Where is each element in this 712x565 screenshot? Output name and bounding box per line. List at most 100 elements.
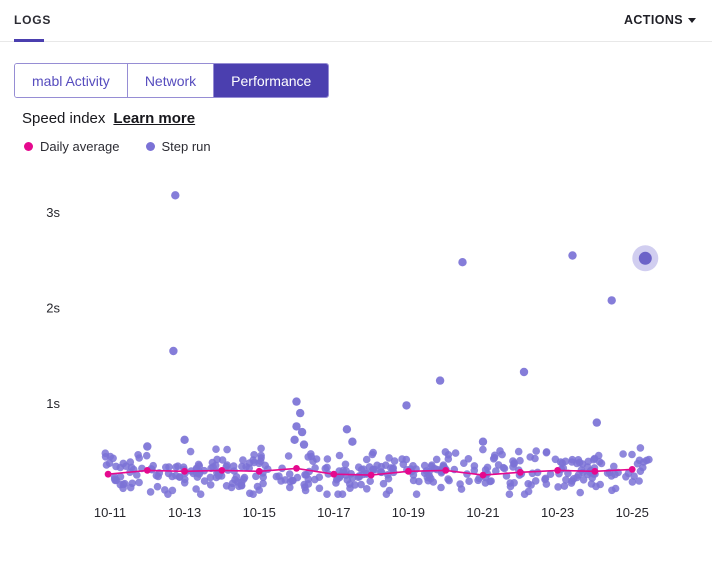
step-run-point bbox=[510, 479, 518, 487]
step-run-point bbox=[186, 447, 195, 456]
step-run-outlier-point bbox=[169, 346, 178, 356]
step-run-point bbox=[610, 462, 618, 471]
tab-performance[interactable]: Performance bbox=[214, 64, 329, 97]
step-run-outlier-point bbox=[435, 376, 445, 385]
step-run-point bbox=[278, 464, 286, 473]
step-run-point bbox=[362, 455, 371, 464]
step-run-point bbox=[212, 445, 220, 454]
step-run-point bbox=[554, 483, 562, 491]
daily-average-point bbox=[255, 467, 263, 475]
daily-average-dot-icon bbox=[24, 142, 33, 151]
daily-average-point bbox=[405, 467, 412, 475]
daily-average-point bbox=[104, 470, 112, 478]
daily-average-point bbox=[218, 467, 226, 474]
step-run-point bbox=[597, 459, 606, 468]
step-run-point bbox=[257, 444, 265, 453]
step-run-point bbox=[531, 477, 540, 485]
step-run-point bbox=[532, 447, 540, 455]
step-run-outlier-point bbox=[299, 440, 309, 449]
step-run-point bbox=[562, 476, 570, 484]
step-run-point bbox=[281, 476, 290, 484]
step-run-outlier-point bbox=[292, 397, 301, 406]
step-run-point bbox=[628, 450, 636, 459]
step-run-outlier-point bbox=[592, 418, 601, 427]
step-run-point bbox=[165, 463, 173, 471]
step-run-point bbox=[304, 480, 313, 488]
step-run-point bbox=[101, 453, 110, 461]
logs-performance-page: LOGS ACTIONS mabl Activity Network Perfo… bbox=[0, 0, 712, 565]
step-run-point bbox=[498, 450, 506, 459]
step-run-outlier-point bbox=[478, 437, 488, 446]
daily-average-point bbox=[628, 466, 636, 473]
actions-button[interactable]: ACTIONS bbox=[624, 11, 696, 29]
step-run-point bbox=[505, 490, 514, 499]
speed-index-chart[interactable]: 3s 2s 1s 10-11 10-13 10-15 10-17 10-19 10-21 10-2… bbox=[0, 160, 712, 565]
step-run-point bbox=[385, 486, 394, 495]
daily-average-point bbox=[143, 467, 151, 474]
step-run-point bbox=[351, 481, 359, 489]
step-run-point bbox=[583, 463, 592, 471]
y-tick-label: 2s bbox=[46, 301, 60, 316]
step-run-point bbox=[628, 478, 637, 486]
page-header: LOGS ACTIONS bbox=[0, 0, 712, 42]
x-tick-label: 10-25 bbox=[616, 505, 649, 520]
step-run-point bbox=[645, 455, 653, 464]
daily-average-point bbox=[554, 467, 561, 474]
step-run-point bbox=[524, 480, 532, 488]
step-run-outlier-point bbox=[402, 401, 411, 410]
logs-tab[interactable]: LOGS bbox=[14, 13, 51, 27]
step-run-point bbox=[556, 458, 565, 466]
actions-button-label: ACTIONS bbox=[623, 13, 683, 27]
legend-item-step-run: Step run bbox=[145, 139, 211, 154]
step-run-point bbox=[249, 490, 257, 499]
tab-network[interactable]: Network bbox=[127, 64, 215, 97]
y-tick-label: 1s bbox=[46, 396, 60, 411]
step-run-point bbox=[619, 450, 627, 458]
step-run-point bbox=[635, 477, 643, 485]
x-tick-label: 10-13 bbox=[168, 505, 201, 520]
step-run-point bbox=[483, 463, 492, 472]
daily-average-point bbox=[367, 471, 375, 479]
legend-item-daily-average: Daily average bbox=[24, 139, 120, 154]
step-run-point bbox=[379, 479, 388, 488]
daily-average-point bbox=[181, 467, 189, 475]
step-run-point bbox=[126, 483, 135, 492]
step-run-point bbox=[470, 462, 479, 470]
step-run-outlier-point bbox=[290, 435, 299, 444]
step-run-point bbox=[146, 488, 155, 496]
caret-down-icon bbox=[688, 17, 696, 23]
step-run-point bbox=[250, 451, 258, 459]
daily-average-point bbox=[330, 470, 338, 478]
step-run-point bbox=[366, 477, 375, 486]
step-run-point bbox=[323, 463, 331, 472]
step-run-outlier-point bbox=[458, 258, 467, 267]
step-run-point bbox=[164, 490, 172, 499]
x-tick-label: 10-11 bbox=[94, 505, 126, 520]
step-run-outlier-point bbox=[519, 367, 529, 377]
step-run-point bbox=[323, 455, 332, 463]
daily-average-point bbox=[293, 465, 300, 472]
step-run-point bbox=[633, 459, 642, 468]
step-run-point bbox=[311, 475, 319, 484]
tab-mabl-activity[interactable]: mabl Activity bbox=[15, 64, 128, 97]
speed-index-chart-svg[interactable]: 3s 2s 1s 10-11 10-13 10-15 10-17 10-19 10-21 10-2… bbox=[0, 160, 712, 565]
step-run-point bbox=[636, 444, 645, 452]
step-run-point bbox=[192, 485, 200, 493]
step-run-point bbox=[293, 473, 302, 482]
step-run-point bbox=[309, 457, 317, 466]
legend-label-daily-average: Daily average bbox=[40, 139, 120, 154]
y-tick-label: 3s bbox=[46, 205, 60, 220]
step-run-point bbox=[264, 465, 272, 474]
step-run-point bbox=[444, 455, 453, 463]
step-run-point bbox=[514, 447, 523, 456]
learn-more-link[interactable]: Learn more bbox=[113, 110, 195, 127]
step-run-point bbox=[437, 483, 445, 492]
step-run-point bbox=[432, 455, 441, 464]
step-run-point bbox=[119, 484, 127, 493]
step-run-point bbox=[412, 490, 421, 499]
step-run-point bbox=[524, 487, 533, 496]
x-tick-label: 10-21 bbox=[466, 505, 499, 520]
step-run-point bbox=[339, 466, 348, 475]
step-run-outlier-point bbox=[297, 427, 307, 437]
highlighted-step-run-point[interactable] bbox=[638, 251, 652, 265]
